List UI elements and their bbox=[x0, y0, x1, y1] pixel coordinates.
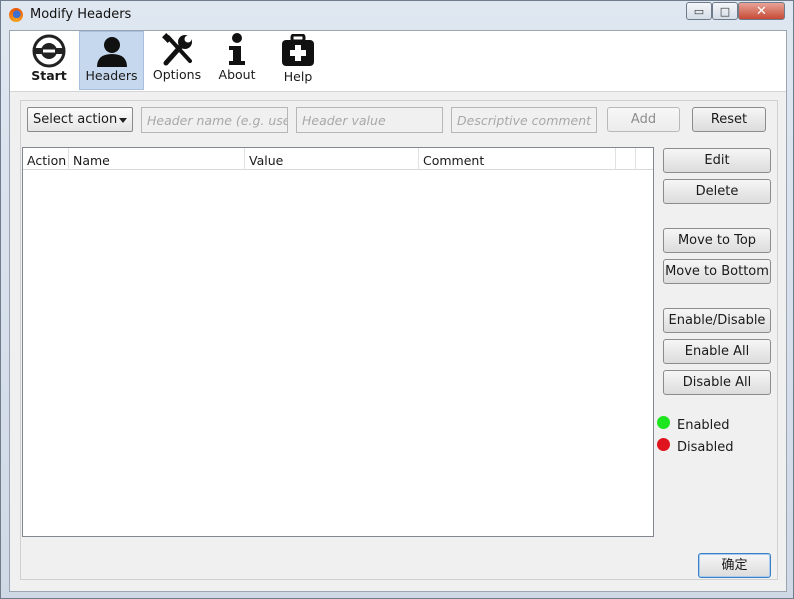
toolbar-headers[interactable]: Headers bbox=[79, 31, 144, 90]
toolbar-start-label: Start bbox=[31, 68, 67, 83]
column-header-action[interactable]: Action bbox=[23, 148, 69, 170]
action-select-value: Select action bbox=[33, 112, 118, 127]
firefox-icon bbox=[9, 8, 23, 22]
disabled-legend-label: Disabled bbox=[677, 440, 734, 455]
close-button[interactable]: ✕ bbox=[738, 2, 785, 20]
minimize-button[interactable]: ▭ bbox=[686, 2, 712, 20]
column-header-name[interactable]: Name bbox=[69, 148, 245, 170]
close-icon: ✕ bbox=[756, 3, 767, 19]
ok-button[interactable]: 确定 bbox=[698, 553, 771, 578]
minimize-icon: ▭ bbox=[693, 4, 705, 18]
enabled-indicator-icon bbox=[657, 416, 670, 429]
toolbar-about[interactable]: About bbox=[209, 31, 265, 90]
edit-button[interactable]: Edit bbox=[663, 148, 771, 173]
column-header-value[interactable]: Value bbox=[245, 148, 419, 170]
toolbar-options[interactable]: Options bbox=[147, 31, 207, 90]
toolbar-options-label: Options bbox=[152, 67, 202, 82]
toolbar-headers-label: Headers bbox=[85, 68, 138, 83]
disable-all-button[interactable]: Disable All bbox=[663, 370, 771, 395]
first-aid-icon bbox=[282, 34, 314, 66]
move-to-top-button[interactable]: Move to Top bbox=[663, 228, 771, 253]
header-value-input[interactable]: Header value bbox=[296, 107, 443, 133]
toolbar-start[interactable]: Start bbox=[18, 31, 80, 90]
info-icon bbox=[229, 33, 245, 65]
comment-input[interactable]: Descriptive comment bbox=[451, 107, 597, 133]
toolbar-about-label: About bbox=[218, 67, 256, 82]
header-name-input[interactable]: Header name (e.g. user- bbox=[141, 107, 288, 133]
maximize-icon: □ bbox=[719, 4, 731, 18]
dialog-body: Start Headers Options About Help Select … bbox=[9, 30, 787, 592]
action-select[interactable]: Select action bbox=[27, 107, 133, 132]
chevron-down-icon bbox=[119, 118, 127, 123]
disabled-indicator-icon bbox=[657, 438, 670, 451]
title-bar[interactable]: Modify Headers ▭ □ ✕ bbox=[1, 1, 793, 29]
modify-headers-window: Modify Headers ▭ □ ✕ Start Headers Optio… bbox=[0, 0, 794, 599]
toolbar-help[interactable]: Help bbox=[270, 31, 326, 90]
toolbar: Start Headers Options About Help bbox=[10, 31, 786, 92]
move-to-bottom-button[interactable]: Move to Bottom bbox=[663, 259, 771, 284]
enable-disable-button[interactable]: Enable/Disable bbox=[663, 308, 771, 333]
maximize-button[interactable]: □ bbox=[712, 2, 738, 20]
column-header-spacer bbox=[636, 148, 653, 170]
add-button[interactable]: Add bbox=[607, 107, 680, 132]
reset-button[interactable]: Reset bbox=[692, 107, 766, 132]
enabled-legend-label: Enabled bbox=[677, 418, 730, 433]
window-title: Modify Headers bbox=[30, 7, 132, 22]
column-header-comment[interactable]: Comment bbox=[419, 148, 616, 170]
column-header-extra[interactable] bbox=[616, 148, 636, 170]
user-icon bbox=[96, 37, 127, 67]
start-icon bbox=[32, 34, 66, 68]
delete-button[interactable]: Delete bbox=[663, 179, 771, 204]
enable-all-button[interactable]: Enable All bbox=[663, 339, 771, 364]
headers-table[interactable]: Action Name Value Comment bbox=[22, 147, 654, 537]
tools-icon bbox=[162, 33, 192, 66]
toolbar-help-label: Help bbox=[283, 69, 313, 84]
